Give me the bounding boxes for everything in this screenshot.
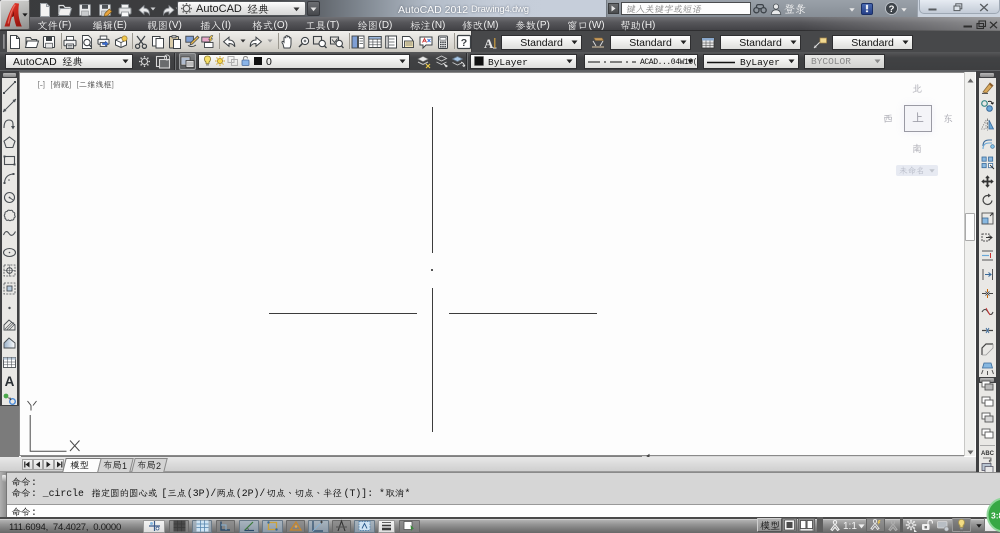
svg-text:A: A [5, 374, 15, 388]
svg-text:?: ? [461, 37, 467, 49]
svg-text:3:8: 3:8 [991, 511, 1000, 521]
svg-text:?: ? [889, 4, 895, 15]
svg-text:A: A [484, 36, 494, 51]
svg-text:ABC: ABC [981, 451, 995, 457]
